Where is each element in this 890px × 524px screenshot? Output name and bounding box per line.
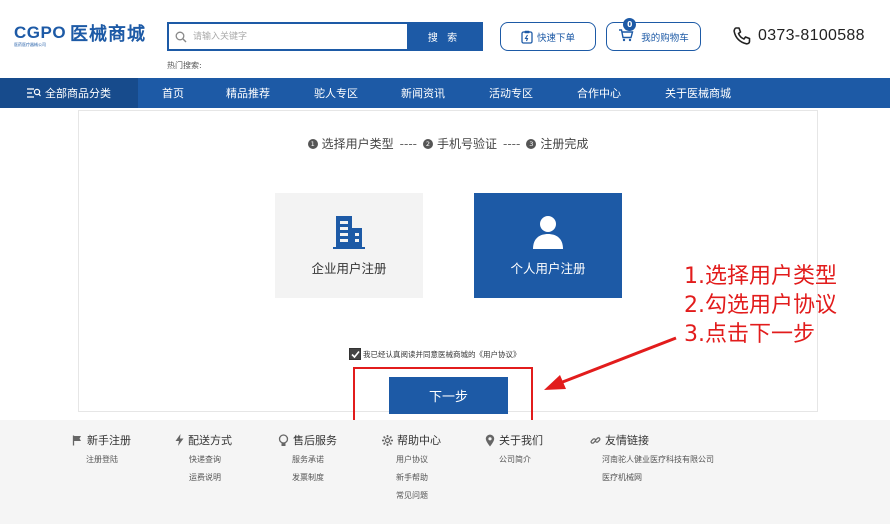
step-number: 1 xyxy=(307,138,318,149)
nav-tuoren-zone[interactable]: 驼人专区 xyxy=(314,78,358,108)
logo-subtitle: 医药医疗器械公司 xyxy=(14,42,46,47)
search-input[interactable] xyxy=(193,24,407,49)
all-categories-menu[interactable]: 全部商品分类 xyxy=(0,78,138,108)
site-footer: 新手注册 注册登陆 配送方式 快递查询 运费说明 售后服务 服务承诺 发票制度 … xyxy=(0,420,890,524)
clipboard-icon xyxy=(521,30,533,44)
service-phone: 0373-8100588 xyxy=(731,25,865,47)
agreement-checkbox[interactable] xyxy=(349,348,361,360)
agreement-text[interactable]: 我已经认真阅读并同意医械商城的《用户协议》 xyxy=(363,349,521,360)
footer-link[interactable]: 河南驼人健业医疗科技有限公司 xyxy=(590,454,714,466)
footer-link[interactable]: 医疗机械网 xyxy=(590,472,714,484)
link-icon xyxy=(590,436,601,444)
nav-cooperation[interactable]: 合作中心 xyxy=(577,78,621,108)
footer-col-register: 新手注册 注册登陆 xyxy=(72,432,131,466)
search-button[interactable]: 搜 索 xyxy=(407,24,481,49)
step-separator: ---- xyxy=(399,136,417,151)
footer-link[interactable]: 用户协议 xyxy=(382,454,441,466)
menu-search-icon xyxy=(27,88,41,98)
flag-icon xyxy=(72,435,81,445)
footer-link[interactable]: 注册登陆 xyxy=(72,454,131,466)
phone-icon xyxy=(733,27,751,45)
footer-col-title: 关于我们 xyxy=(485,432,543,448)
all-categories-label: 全部商品分类 xyxy=(45,87,111,100)
logo-mark: CGPO xyxy=(14,23,67,42)
annotation-line: 3.点击下一步 xyxy=(684,322,815,347)
footer-col-title: 售后服务 xyxy=(278,432,337,448)
gear-icon xyxy=(382,434,393,446)
footer-link[interactable]: 公司简介 xyxy=(485,454,543,466)
cart-button[interactable]: 0 我的购物车 xyxy=(606,18,701,51)
main-nav: 全部商品分类 首页 精品推荐 驼人专区 新闻资讯 活动专区 合作中心 关于医械商… xyxy=(0,78,890,108)
footer-col-title: 帮助中心 xyxy=(382,432,441,448)
cart-count-badge: 0 xyxy=(623,18,637,31)
cart-label: 我的购物车 xyxy=(641,32,689,44)
step-label: 注册完成 xyxy=(540,137,589,151)
footer-col-title: 友情链接 xyxy=(590,432,714,448)
search-icon xyxy=(169,24,193,49)
site-header: CGPO 医药医疗器械公司 医械商城 搜 索 热门搜索: 快速下单 0 我的购物… xyxy=(0,0,890,78)
step-number: 2 xyxy=(422,138,433,149)
personal-user-label: 个人用户注册 xyxy=(510,261,586,276)
nav-promotions[interactable]: 活动专区 xyxy=(489,78,533,108)
quick-order-button[interactable]: 快速下单 xyxy=(500,22,596,51)
footer-col-aftersales: 售后服务 服务承诺 发票制度 xyxy=(278,432,337,484)
footer-col-links: 友情链接 河南驼人健业医疗科技有限公司 医疗机械网 xyxy=(590,432,714,484)
footer-link[interactable]: 服务承诺 xyxy=(278,454,337,466)
building-icon xyxy=(333,216,365,249)
footer-col-title: 新手注册 xyxy=(72,432,131,448)
user-icon xyxy=(533,216,563,249)
step-label: 手机号验证 xyxy=(436,137,497,151)
company-user-option[interactable]: 企业用户注册 xyxy=(275,193,423,298)
footer-col-help: 帮助中心 用户协议 新手帮助 常见问题 xyxy=(382,432,441,502)
registration-steps: 1 选择用户类型 ---- 2 手机号验证 ---- 3 注册完成 xyxy=(79,135,817,152)
location-icon xyxy=(485,434,495,446)
footer-link[interactable]: 运费说明 xyxy=(175,472,232,484)
check-icon xyxy=(350,350,360,358)
personal-user-option[interactable]: 个人用户注册 xyxy=(474,193,622,298)
phone-number: 0373-8100588 xyxy=(758,27,865,44)
footer-link[interactable]: 常见问题 xyxy=(382,490,441,502)
footer-link[interactable]: 快递查询 xyxy=(175,454,232,466)
hot-search-label: 热门搜索: xyxy=(167,61,202,70)
bolt-icon xyxy=(175,434,184,446)
annotation-line: 1.选择用户类型 xyxy=(684,264,837,289)
registration-panel: 1 选择用户类型 ---- 2 手机号验证 ---- 3 注册完成 企业用户注册… xyxy=(78,110,818,425)
step-number: 3 xyxy=(526,138,537,149)
nav-news[interactable]: 新闻资讯 xyxy=(401,78,445,108)
step-label: 选择用户类型 xyxy=(321,137,394,151)
nav-featured[interactable]: 精品推荐 xyxy=(226,78,270,108)
agreement-row: 我已经认真阅读并同意医械商城的《用户协议》 xyxy=(349,348,521,360)
search-bar: 搜 索 xyxy=(167,22,483,51)
instruction-annotation: 1.选择用户类型 2.勾选用户协议 3.点击下一步 xyxy=(684,262,837,349)
site-logo[interactable]: CGPO 医药医疗器械公司 医械商城 xyxy=(14,24,159,48)
step-separator: ---- xyxy=(503,136,521,151)
bulb-icon xyxy=(278,433,289,446)
nav-home[interactable]: 首页 xyxy=(162,78,184,108)
footer-link[interactable]: 发票制度 xyxy=(278,472,337,484)
footer-col-about: 关于我们 公司简介 xyxy=(485,432,543,466)
footer-col-title: 配送方式 xyxy=(175,432,232,448)
nav-about[interactable]: 关于医械商城 xyxy=(665,78,731,108)
logo-name: 医械商城 xyxy=(70,24,146,45)
quick-order-label: 快速下单 xyxy=(536,32,575,44)
annotation-line: 2.勾选用户协议 xyxy=(684,293,837,318)
footer-link[interactable]: 新手帮助 xyxy=(382,472,441,484)
next-step-button[interactable]: 下一步 xyxy=(389,377,508,414)
footer-col-delivery: 配送方式 快递查询 运费说明 xyxy=(175,432,232,484)
company-user-label: 企业用户注册 xyxy=(311,261,387,276)
